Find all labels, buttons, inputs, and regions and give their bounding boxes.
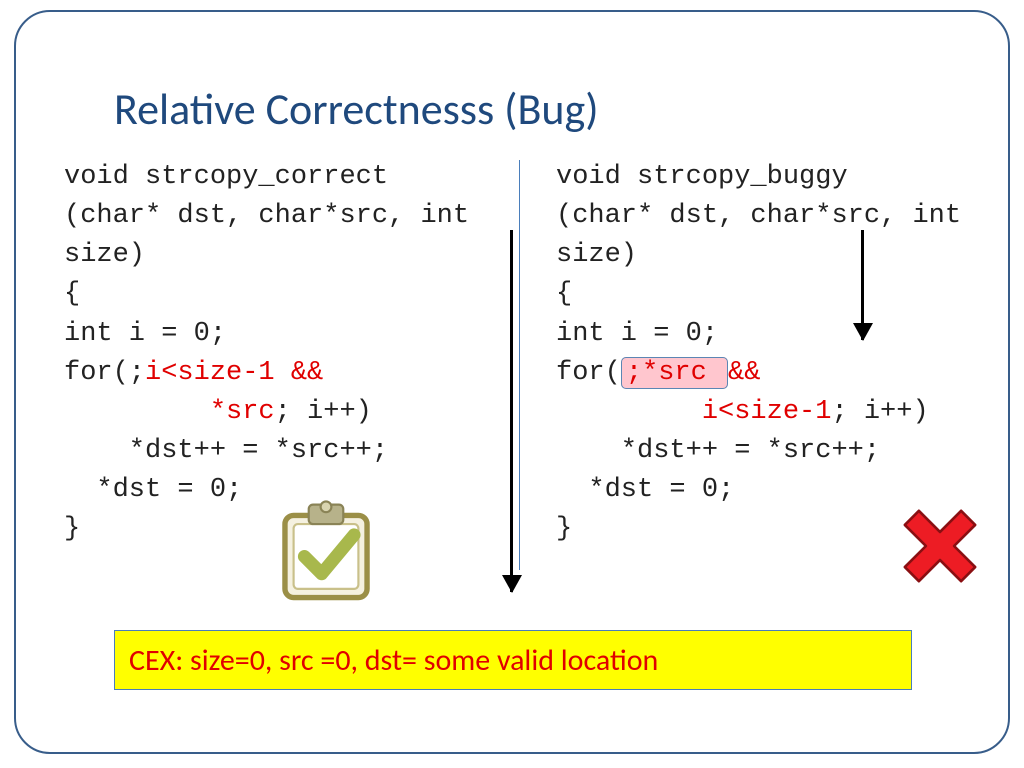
code-line: void strcopy_buggy [556, 158, 986, 197]
slide-title: Relative Correctnesss (Bug) [114, 82, 599, 136]
code-line: int i = 0; [64, 315, 494, 354]
code-line: *dst++ = *src++; [64, 432, 494, 471]
bug-highlight: ;*src [621, 357, 728, 389]
code-line: void strcopy_correct [64, 158, 494, 197]
code-line: *dst++ = *src++; [556, 432, 986, 471]
code-line: (char* dst, char*src, int size) [556, 197, 986, 275]
code-buggy: void strcopy_buggy (char* dst, char*src,… [556, 158, 986, 549]
code-line: (char* dst, char*src, int size) [64, 197, 494, 275]
counterexample-box: CEX: size=0, src =0, dst= some valid loc… [114, 630, 912, 690]
counterexample-text: CEX: size=0, src =0, dst= some valid loc… [129, 642, 658, 679]
code-line: int i = 0; [556, 315, 986, 354]
code-line: for(;i<size-1 && [64, 354, 494, 393]
arrow-down-icon [861, 230, 864, 340]
code-correct: void strcopy_correct (char* dst, char*sr… [64, 158, 494, 549]
code-line: { [64, 275, 494, 314]
code-line: i<size-1; i++) [556, 393, 986, 432]
cross-icon [896, 502, 984, 590]
code-line: { [556, 275, 986, 314]
slide-frame: Relative Correctnesss (Bug) void strcopy… [14, 10, 1010, 754]
column-divider [519, 160, 520, 570]
clipboard-check-icon [272, 496, 380, 604]
code-line: *src; i++) [64, 393, 494, 432]
arrow-down-icon [510, 230, 513, 592]
code-line: for(;*src && [556, 354, 986, 393]
